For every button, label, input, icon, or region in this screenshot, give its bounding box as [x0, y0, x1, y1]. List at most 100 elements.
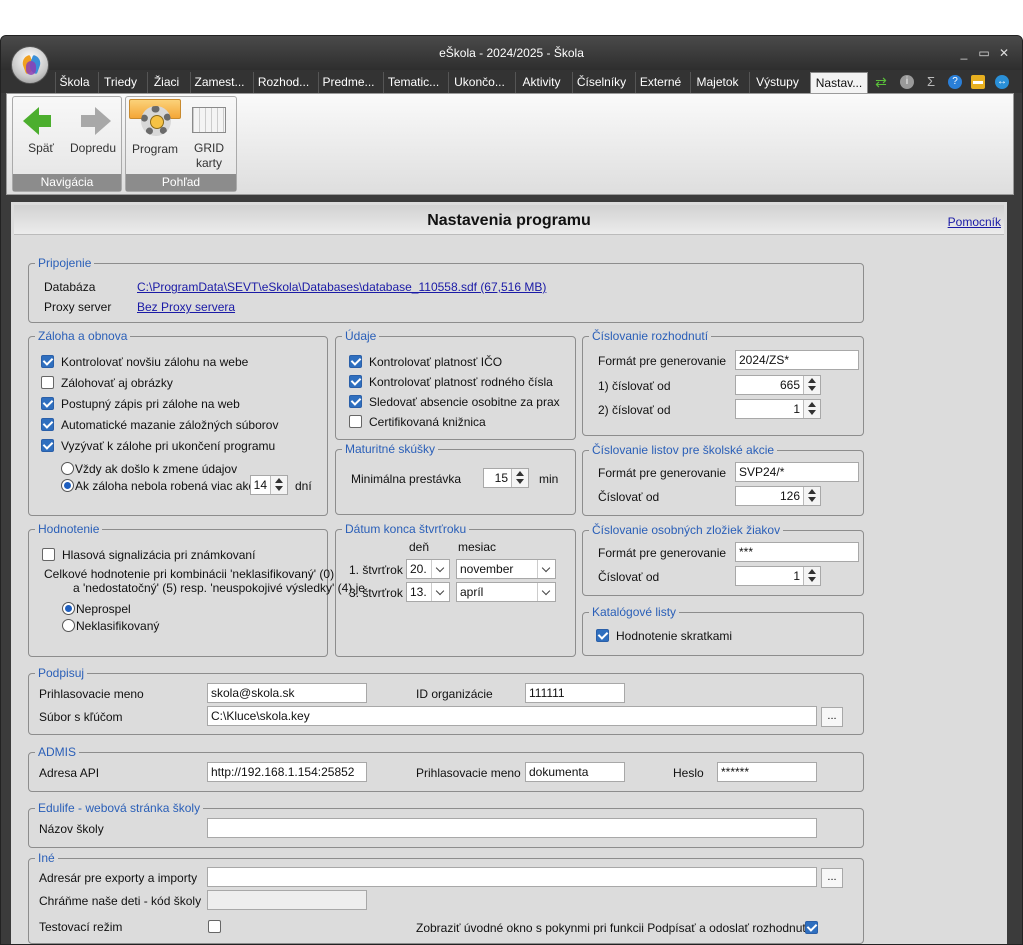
spin-icon [803, 567, 820, 585]
folder-num-stepper[interactable]: 1 [735, 566, 821, 586]
tab-vystupy[interactable]: Výstupy [749, 72, 805, 93]
toolbox-icon[interactable]: ▬ [971, 75, 985, 89]
close-icon[interactable]: ✕ [996, 46, 1012, 60]
grid-icon [192, 107, 226, 133]
grid-cards-button[interactable]: GRID karty [183, 99, 235, 173]
organization-id-input[interactable]: 111111 [525, 683, 625, 703]
key-file-input[interactable]: C:\Kluce\skola.key [207, 706, 817, 726]
minimize-icon[interactable]: _ [956, 46, 972, 60]
school-name-input[interactable] [207, 818, 817, 838]
ico-checkbox[interactable] [349, 355, 362, 368]
decision-n2-stepper[interactable]: 1 [735, 399, 821, 419]
tab-predmety[interactable]: Predme... [318, 72, 378, 93]
refresh-icon[interactable]: ⇄ [874, 75, 888, 89]
exam-group: Maturitné skúšky Minimálna prestávka 15 … [335, 442, 576, 515]
back-button[interactable]: Späť [15, 99, 67, 173]
decision-format-input[interactable]: 2024/ZS* [735, 350, 859, 370]
page-header: Nastavenia programu Pomocník [14, 205, 1004, 235]
backup-check-web-checkbox[interactable] [41, 355, 54, 368]
sign-instructions-checkbox[interactable] [805, 921, 818, 934]
backup-days-stepper[interactable]: 14 [250, 475, 288, 495]
backup-autodelete-checkbox[interactable] [41, 418, 54, 431]
voice-signal-checkbox[interactable] [42, 548, 55, 561]
proxy-link[interactable]: Bez Proxy servera [137, 300, 235, 314]
export-dir-input[interactable] [207, 867, 817, 887]
tab-ziaci[interactable]: Žiaci [147, 72, 185, 93]
decision-n1-stepper[interactable]: 665 [735, 375, 821, 395]
spin-icon [803, 376, 820, 394]
chevron-down-icon [537, 560, 555, 578]
tab-skola[interactable]: Škola [55, 72, 93, 93]
certified-library-checkbox[interactable] [349, 415, 362, 428]
shortcut-grading-checkbox[interactable] [596, 629, 609, 642]
failed-radio[interactable] [62, 602, 75, 615]
signing-login-input[interactable]: skola@skola.sk [207, 683, 367, 703]
title-bar: eŠkola - 2024/2025 - Škola _ ▭ ✕ [1, 36, 1022, 70]
help-icon[interactable]: ? [948, 75, 962, 89]
admis-password-input[interactable]: ****** [717, 762, 817, 782]
forward-button[interactable]: Dopredu [67, 99, 119, 173]
tab-aktivity[interactable]: Aktivity [515, 72, 567, 93]
chevron-down-icon [537, 583, 555, 601]
signing-group: Podpisuj Prihlasovacie meno skola@skola.… [28, 666, 864, 735]
window-title: eŠkola - 2024/2025 - Škola [439, 46, 584, 60]
sum-icon[interactable]: Σ [924, 75, 938, 89]
birth-number-checkbox[interactable] [349, 375, 362, 388]
chevron-down-icon [431, 560, 449, 578]
tab-rozhodnutia[interactable]: Rozhod... [253, 72, 313, 93]
page-title: Nastavenia programu [427, 212, 591, 229]
sheet-format-input[interactable]: SVP24/* [735, 462, 859, 482]
tab-nastavenia[interactable]: Nastav... [810, 72, 868, 93]
maximize-icon[interactable]: ▭ [976, 46, 992, 60]
tab-ukoncovanie[interactable]: Ukončo... [448, 72, 510, 93]
q1-month-select[interactable]: november [456, 559, 556, 579]
teamviewer-icon[interactable]: ↔ [995, 75, 1009, 89]
tab-tematicke[interactable]: Tematic... [383, 72, 443, 93]
key-browse-button[interactable]: ... [821, 707, 843, 727]
tab-externe[interactable]: Externé [635, 72, 685, 93]
folder-numbering-group: Číslovanie osobných zložiek žiakov Formá… [582, 523, 864, 596]
arrow-right-icon [95, 107, 111, 135]
connection-group: Pripojenie Databáza C:\ProgramData\SEVT\… [28, 256, 864, 323]
test-mode-checkbox[interactable] [208, 920, 221, 933]
quarter-end-group: Dátum konca štvrťroku deň mesiac 1. štvr… [335, 522, 576, 657]
ribbon-group-label: Navigácia [13, 174, 121, 191]
backup-always-radio[interactable] [61, 462, 74, 475]
absence-checkbox[interactable] [349, 395, 362, 408]
backup-gradual-checkbox[interactable] [41, 397, 54, 410]
app-logo-icon[interactable] [11, 46, 49, 84]
settings-panel: Nastavenia programu Pomocník Pripojenie … [11, 202, 1007, 944]
spin-icon [803, 400, 820, 418]
program-button[interactable]: Program [129, 99, 181, 156]
export-dir-browse-button[interactable]: ... [821, 868, 843, 888]
api-address-input[interactable]: http://192.168.1.154:25852 [207, 762, 367, 782]
tab-majetok[interactable]: Majetok [690, 72, 744, 93]
q3-month-select[interactable]: apríl [456, 582, 556, 602]
info-icon[interactable]: i [900, 75, 914, 89]
spin-icon [511, 469, 528, 487]
help-link[interactable]: Pomocník [948, 215, 1001, 229]
q1-day-select[interactable]: 20. [406, 559, 450, 579]
menu-tabs: Škola Triedy Žiaci Zamest... Rozhod... P… [1, 70, 1022, 93]
backup-prompt-checkbox[interactable] [41, 439, 54, 452]
ribbon: Späť Dopredu Navigácia Program GRID kart… [6, 93, 1014, 195]
ribbon-group-navigation: Späť Dopredu Navigácia [12, 96, 122, 192]
ribbon-group-view: Program GRID karty Pohľad [125, 96, 237, 192]
school-code-input[interactable] [207, 890, 367, 910]
tab-ciselniky[interactable]: Číselníky [572, 72, 630, 93]
exam-break-stepper[interactable]: 15 [483, 468, 529, 488]
admis-login-input[interactable]: dokumenta [525, 762, 625, 782]
backup-images-checkbox[interactable] [41, 376, 54, 389]
tab-zamestnanci[interactable]: Zamest... [190, 72, 248, 93]
catalog-group: Katalógové listy Hodnotenie skratkami [582, 605, 864, 656]
unclassified-radio[interactable] [62, 619, 75, 632]
q3-day-select[interactable]: 13. [406, 582, 450, 602]
database-link[interactable]: C:\ProgramData\SEVT\eSkola\Databases\dat… [137, 280, 546, 294]
grading-group: Hodnotenie Hlasová signalizácia pri znám… [28, 522, 365, 657]
tab-triedy[interactable]: Triedy [98, 72, 142, 93]
sheet-numbering-group: Číslovanie listov pre školské akcie Form… [582, 443, 864, 516]
sheet-num-stepper[interactable]: 126 [735, 486, 821, 506]
folder-format-input[interactable]: *** [735, 542, 859, 562]
other-group: Iné Adresár pre exporty a importy ... Ch… [28, 851, 864, 944]
backup-days-radio[interactable] [61, 479, 74, 492]
